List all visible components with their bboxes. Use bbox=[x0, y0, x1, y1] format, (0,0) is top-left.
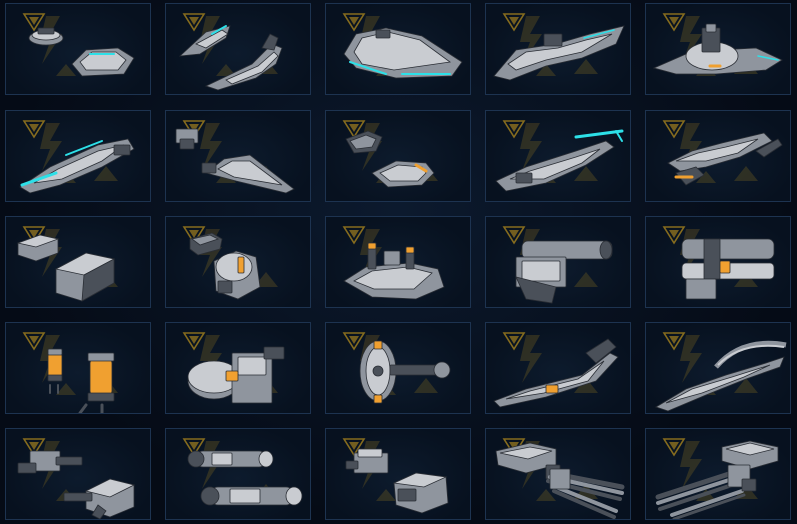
heavy-cannon-block-icon bbox=[662, 226, 775, 300]
blade-gunship-icon bbox=[495, 120, 624, 192]
module-tile[interactable] bbox=[645, 428, 791, 520]
delta-wing-pair-icon bbox=[175, 120, 295, 194]
reactor-module-pair-icon bbox=[182, 226, 278, 300]
module-tile[interactable] bbox=[325, 428, 471, 520]
module-tile[interactable] bbox=[325, 216, 471, 308]
rail-gun-icon bbox=[493, 332, 619, 408]
module-tile[interactable] bbox=[485, 110, 631, 202]
tower-frigate-icon bbox=[652, 13, 783, 76]
missile-battery-icon bbox=[342, 226, 445, 300]
gatling-heavy-icon bbox=[655, 438, 779, 519]
module-tile[interactable] bbox=[645, 110, 791, 202]
module-tile[interactable] bbox=[325, 322, 471, 414]
module-tile[interactable] bbox=[485, 216, 631, 308]
rotor-turret-icon bbox=[342, 332, 451, 404]
module-tile[interactable] bbox=[165, 322, 311, 414]
module-tile[interactable] bbox=[325, 3, 471, 95]
drum-generator-icon bbox=[182, 332, 285, 404]
lance-hull-icon bbox=[19, 120, 135, 194]
module-tile[interactable] bbox=[645, 216, 791, 308]
barrel-cannon-pair-icon bbox=[182, 438, 303, 506]
module-tile[interactable] bbox=[645, 3, 791, 95]
compact-turret-pair-icon bbox=[342, 438, 449, 514]
module-tile[interactable] bbox=[485, 3, 631, 95]
winged-frigate-icon bbox=[493, 13, 625, 81]
fuel-cell-pair-icon bbox=[22, 332, 118, 413]
module-tile[interactable] bbox=[325, 110, 471, 202]
module-tile[interactable] bbox=[165, 110, 311, 202]
talon-gunship-icon bbox=[662, 120, 783, 186]
module-tile[interactable] bbox=[165, 216, 311, 308]
module-tile[interactable] bbox=[5, 110, 151, 202]
wing-fighter-pair-icon bbox=[178, 13, 283, 91]
gun-turret-pair-icon bbox=[17, 438, 136, 519]
module-tile[interactable] bbox=[5, 428, 151, 520]
armored-pod-pair-icon bbox=[342, 120, 438, 188]
module-tile[interactable] bbox=[645, 322, 791, 414]
scythe-rail-icon bbox=[655, 332, 787, 412]
cruiser-hull-icon bbox=[342, 13, 463, 79]
module-tile[interactable] bbox=[165, 3, 311, 95]
saucer-hull-pair-icon bbox=[22, 13, 135, 77]
cannon-block-icon bbox=[502, 226, 613, 304]
module-tile[interactable] bbox=[5, 322, 151, 414]
gatling-twin-icon bbox=[495, 438, 625, 519]
module-tile[interactable] bbox=[485, 428, 631, 520]
module-tile[interactable] bbox=[5, 3, 151, 95]
module-tile[interactable] bbox=[485, 322, 631, 414]
module-tile[interactable] bbox=[165, 428, 311, 520]
module-grid bbox=[0, 0, 797, 524]
module-tile[interactable] bbox=[5, 216, 151, 308]
armor-block-pair-icon bbox=[16, 226, 118, 302]
